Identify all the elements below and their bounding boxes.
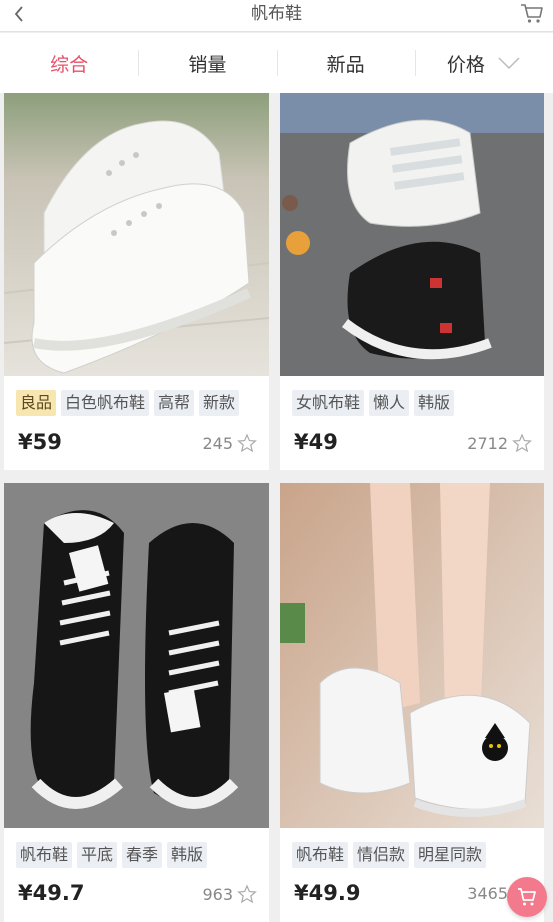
sort-tab-sales[interactable]: 销量 xyxy=(138,33,276,93)
star-icon[interactable] xyxy=(237,884,257,904)
shopping-cart-icon xyxy=(518,888,536,906)
product-sales: 963 xyxy=(202,884,257,904)
sort-tab-label: 新品 xyxy=(326,53,365,76)
product-sales: 245 xyxy=(202,433,257,453)
product-tag: 女帆布鞋 xyxy=(292,390,365,416)
product-price: ¥59 xyxy=(18,430,62,454)
product-tags: 良品 白色帆布鞋 高帮 新款 xyxy=(16,390,240,416)
floating-cart-button[interactable] xyxy=(507,877,547,917)
product-price: ¥49 xyxy=(294,430,338,454)
sort-tab-label: 价格 xyxy=(446,53,485,76)
product-card[interactable]: 帆布鞋 情侣款 明星同款 ¥49.9 3465 xyxy=(280,483,544,922)
product-tag: 新款 xyxy=(199,390,240,416)
product-tag: 帆布鞋 xyxy=(16,842,73,868)
product-tags: 帆布鞋 情侣款 明星同款 xyxy=(292,842,487,868)
star-icon[interactable] xyxy=(512,433,532,453)
sort-tab-new[interactable]: 新品 xyxy=(276,33,415,93)
product-tag: 高帮 xyxy=(154,390,195,416)
sales-count: 245 xyxy=(202,433,233,453)
product-tag: 明星同款 xyxy=(414,842,487,868)
product-tag: 韩版 xyxy=(414,390,455,416)
sort-tab-price[interactable]: 价格 xyxy=(414,33,553,93)
product-image[interactable] xyxy=(4,93,269,376)
product-image[interactable] xyxy=(280,483,544,828)
sales-count: 3465 xyxy=(467,884,508,903)
sales-count: 963 xyxy=(202,884,233,904)
product-price: ¥49.9 xyxy=(294,881,361,905)
product-tags: 帆布鞋 平底 春季 韩版 xyxy=(16,842,208,868)
star-icon[interactable] xyxy=(237,433,257,453)
product-tag: 春季 xyxy=(122,842,163,868)
product-card[interactable]: 女帆布鞋 懒人 韩版 ¥49 2712 xyxy=(280,93,544,470)
product-tag: 良品 xyxy=(16,390,57,416)
product-image[interactable] xyxy=(4,483,269,828)
sort-bar: 综合 销量 新品 价格 xyxy=(0,33,553,93)
sort-tab-label: 综合 xyxy=(50,53,89,76)
top-navigation-bar: 帆布鞋 xyxy=(0,0,553,32)
product-tags: 女帆布鞋 懒人 韩版 xyxy=(292,390,455,416)
product-tag: 帆布鞋 xyxy=(292,842,349,868)
product-tag: 白色帆布鞋 xyxy=(61,390,150,416)
product-price: ¥49.7 xyxy=(18,881,85,905)
product-tag: 情侣款 xyxy=(353,842,410,868)
page-title: 帆布鞋 xyxy=(251,4,302,24)
shopping-cart-icon[interactable] xyxy=(519,1,545,25)
chevron-down-icon xyxy=(498,57,520,70)
product-card[interactable]: 良品 白色帆布鞋 高帮 新款 ¥59 245 xyxy=(4,93,269,470)
product-sales: 2712 xyxy=(467,433,532,453)
product-tag: 懒人 xyxy=(369,390,410,416)
sales-count: 2712 xyxy=(467,433,508,453)
product-tag: 平底 xyxy=(77,842,118,868)
product-sales: 3465 xyxy=(467,884,508,903)
product-tag: 韩版 xyxy=(167,842,208,868)
sort-tab-label: 销量 xyxy=(188,53,227,76)
sort-tab-comprehensive[interactable]: 综合 xyxy=(0,33,138,93)
product-image[interactable] xyxy=(280,93,544,376)
product-card[interactable]: 帆布鞋 平底 春季 韩版 ¥49.7 963 xyxy=(4,483,269,922)
